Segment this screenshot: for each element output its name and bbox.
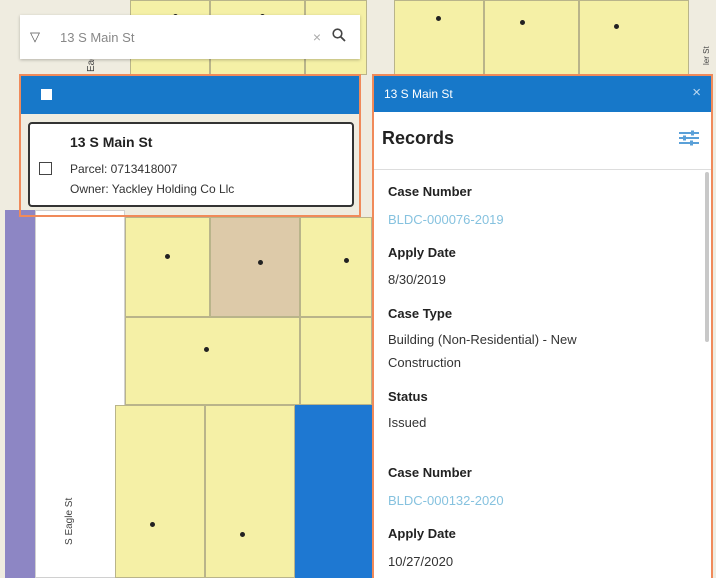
scrollbar-thumb[interactable] <box>705 172 709 342</box>
clear-icon[interactable]: × <box>306 29 328 45</box>
status-label: Status <box>388 389 428 404</box>
search-icon[interactable] <box>328 27 350 47</box>
case-number-label: Case Number <box>388 465 472 480</box>
close-icon[interactable]: × <box>692 84 701 101</box>
parcel-centroid <box>204 347 209 352</box>
parcel-centroid <box>614 24 619 29</box>
apply-date-label: Apply Date <box>388 245 456 260</box>
case-type-value: Building (Non-Residential) - New <box>388 332 577 347</box>
parcel[interactable] <box>484 0 579 75</box>
result-parcel: Parcel: 0713418007 <box>70 162 178 176</box>
parcel-centroid <box>344 258 349 263</box>
parcel[interactable] <box>205 405 295 578</box>
parcel-centroid <box>240 532 245 537</box>
status-value: Issued <box>388 415 427 430</box>
parcel[interactable] <box>300 317 372 405</box>
details-panel: Records Case Number BLDC-000076-2019 App… <box>374 112 711 578</box>
search-bar: ▽ × <box>20 15 360 59</box>
parcel-centroid <box>258 260 263 265</box>
results-header <box>21 76 359 114</box>
filter-settings-icon[interactable] <box>679 130 699 151</box>
result-checkbox[interactable] <box>39 162 52 175</box>
select-all-checkbox[interactable] <box>41 89 52 100</box>
case-number-link[interactable]: BLDC-000132-2020 <box>388 493 504 508</box>
parcel[interactable] <box>579 0 689 75</box>
parcel-centroid <box>436 16 441 21</box>
parcel[interactable] <box>115 405 205 578</box>
case-number-link[interactable]: BLDC-000076-2019 <box>388 212 504 227</box>
parcel[interactable] <box>394 0 484 75</box>
parcel[interactable] <box>125 217 210 317</box>
parcel[interactable] <box>125 317 300 405</box>
details-title: 13 S Main St <box>384 87 453 101</box>
parcel[interactable] <box>5 210 35 578</box>
apply-date-label: Apply Date <box>388 526 456 541</box>
result-card[interactable]: 13 S Main St Parcel: 0713418007 Owner: Y… <box>28 122 354 207</box>
details-header: 13 S Main St × <box>374 76 711 112</box>
case-type-label: Case Type <box>388 306 453 321</box>
result-owner: Owner: Yackley Holding Co Llc <box>70 182 235 196</box>
parcel[interactable] <box>210 217 300 317</box>
case-number-label: Case Number <box>388 184 472 199</box>
divider <box>374 169 711 170</box>
parcel-centroid <box>150 522 155 527</box>
street-label: S Eagle St <box>64 497 75 545</box>
parcel <box>35 210 125 578</box>
parcel[interactable] <box>300 217 372 317</box>
search-input[interactable] <box>58 28 306 46</box>
apply-date-value: 10/27/2020 <box>388 554 454 569</box>
selected-parcel[interactable] <box>295 405 372 578</box>
street-label: ler St <box>702 46 711 65</box>
case-type-value-cont: Construction <box>388 355 461 370</box>
collapse-toggle-icon[interactable]: ▽ <box>30 29 52 45</box>
parcel-centroid <box>165 254 170 259</box>
records-title: Records <box>382 128 455 148</box>
apply-date-value: 8/30/2019 <box>388 272 446 287</box>
parcel-centroid <box>520 20 525 25</box>
result-address: 13 S Main St <box>70 134 153 150</box>
